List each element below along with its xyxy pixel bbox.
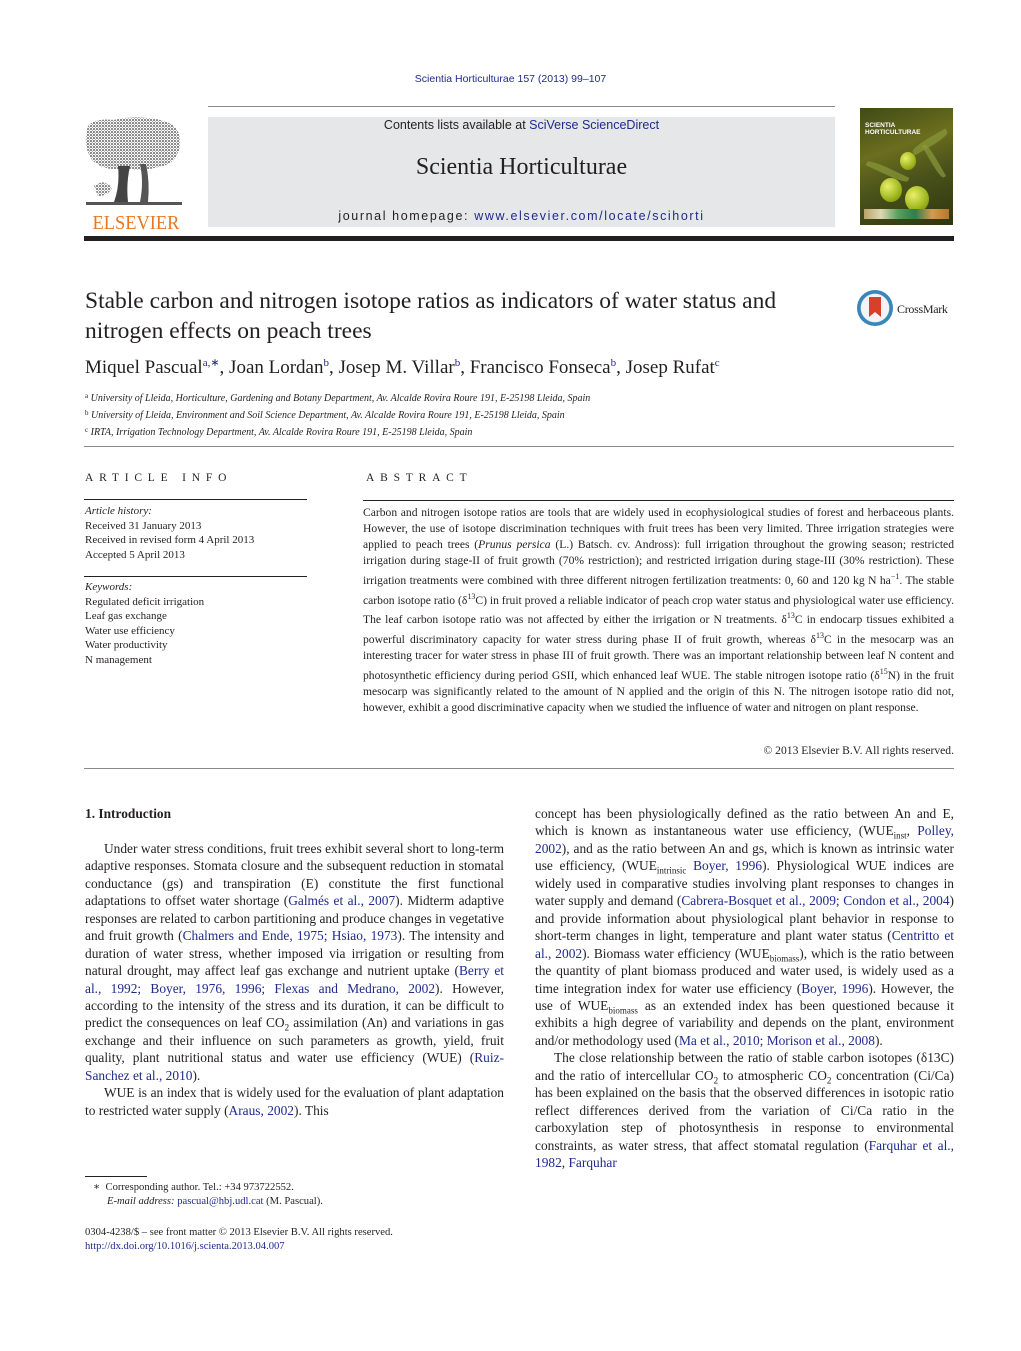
journal-homepage-link[interactable]: www.elsevier.com/locate/scihorti [474, 209, 704, 223]
abstract-heading: ABSTRACT [366, 472, 473, 484]
divider [84, 576, 307, 577]
homepage-prefix: journal homepage: [338, 209, 475, 223]
author-affiliation-mark[interactable]: c [715, 357, 720, 369]
sciencedirect-link[interactable]: SciVerse ScienceDirect [529, 118, 659, 132]
abstract-copyright: © 2013 Elsevier B.V. All rights reserved… [763, 744, 954, 757]
citation-link[interactable]: Farquhar [568, 1155, 616, 1170]
body-right-column: concept has been physiologically defined… [535, 805, 954, 1172]
citation-link[interactable]: Chalmers and Ende, 1975; Hsiao, 1973 [183, 928, 398, 943]
author-name[interactable]: Josep M. Villar [339, 357, 455, 378]
history-item: Accepted 5 April 2013 [85, 548, 185, 561]
keyword-item: Water productivity [85, 639, 168, 652]
email-link[interactable]: pascual@hbj.udl.cat [177, 1196, 263, 1207]
body-paragraph: The close relationship between the ratio… [535, 1050, 954, 1171]
citation-link[interactable]: Boyer, 1996 [693, 858, 762, 873]
body-paragraph: concept has been physiologically defined… [535, 806, 955, 1048]
article-history: Article history: Received 31 January 201… [85, 504, 315, 562]
front-matter: 0304-4238/$ – see front matter © 2013 El… [85, 1226, 505, 1255]
keywords-label: Keywords: [85, 581, 133, 593]
cover-olive-decoration [880, 178, 902, 202]
journal-banner: Contents lists available at SciVerse Sci… [208, 117, 835, 227]
cover-olive-decoration [900, 152, 916, 170]
divider [84, 446, 954, 447]
contents-line: Contents lists available at SciVerse Sci… [208, 118, 835, 132]
author-affiliation-mark[interactable]: a,∗ [203, 357, 220, 369]
header-thick-rule [84, 236, 954, 241]
author-name[interactable]: Josep Rufat [626, 357, 715, 378]
divider [84, 499, 307, 500]
cover-leaf-decoration [921, 143, 947, 179]
section-heading: 1. Introduction [85, 806, 172, 821]
citation-link[interactable]: Boyer, 1996 [801, 981, 868, 996]
history-item: Received 31 January 2013 [85, 519, 202, 532]
article-title: Stable carbon and nitrogen isotope ratio… [85, 288, 777, 344]
body-paragraph: Under water stress conditions, fruit tre… [85, 840, 505, 1083]
history-item: Received in revised form 4 April 2013 [85, 534, 255, 547]
doi-link[interactable]: http://dx.doi.org/10.1016/j.scienta.2013… [85, 1241, 285, 1252]
article-history-label: Article history: [85, 505, 152, 517]
cover-title: SCIENTIA HORTICULTURAE [865, 122, 921, 136]
citation-link[interactable]: Galmés et al., 2007 [288, 893, 395, 908]
body-paragraph: WUE is an index that is widely used for … [85, 1085, 504, 1118]
cover-image-strip [864, 209, 949, 219]
contents-prefix: Contents lists available at [383, 118, 530, 132]
author-name[interactable]: Joan Lordan [229, 357, 323, 378]
elsevier-wordmark: ELSEVIER [92, 212, 180, 234]
journal-reference-link[interactable]: Scientia Horticulturae 157 (2013) 99–107 [0, 73, 1021, 85]
author-affiliation-mark[interactable]: b [611, 357, 617, 369]
abstract-text: Carbon and nitrogen isotope ratios are t… [363, 506, 955, 714]
divider [84, 768, 954, 769]
corresponding-author-footnote: ∗ Corresponding author. Tel.: +34 973722… [85, 1181, 505, 1210]
header-top-rule [208, 106, 835, 107]
crossmark-label: CrossMark [897, 302, 948, 316]
keyword-item: Water use efficiency [85, 624, 175, 637]
elsevier-tree-icon [85, 117, 182, 205]
journal-cover-image[interactable]: SCIENTIA HORTICULTURAE [860, 108, 953, 225]
author-name[interactable]: Francisco Fonseca [470, 357, 611, 378]
keyword-item: N management [85, 653, 152, 666]
divider [363, 500, 954, 501]
footnote-rule [85, 1176, 147, 1177]
crossmark-button[interactable]: CrossMark [857, 290, 957, 330]
author-affiliation-mark[interactable]: b [455, 357, 461, 369]
keyword-item: Regulated deficit irrigation [85, 595, 205, 608]
affiliations: a University of Lleida, Horticulture, Ga… [85, 389, 955, 441]
citation-link[interactable]: Ma et al., 2010; Morison et al., 2008 [679, 1033, 875, 1048]
front-matter-text: 0304-4238/$ – see front matter © 2013 El… [85, 1227, 393, 1238]
keyword-item: Leaf gas exchange [85, 610, 167, 623]
citation-link[interactable]: Araus, 2002 [229, 1103, 294, 1118]
author-name[interactable]: Miquel Pascual [85, 357, 203, 378]
article-info-heading: ARTICLE INFO [85, 472, 233, 484]
keywords: Keywords: Regulated deficit irrigation L… [85, 580, 315, 668]
body-left-column: 1. Introduction Under water stress condi… [85, 805, 504, 1119]
journal-title: Scientia Horticulturae [415, 154, 628, 180]
author-list: Miquel Pascuala,∗, Joan Lordanb, Josep M… [85, 357, 720, 378]
affiliation-item: a University of Lleida, Horticulture, Ga… [85, 392, 591, 404]
affiliation-item: c IRTA, Irrigation Technology Department… [85, 426, 473, 439]
footnote-email-line: E-mail address: pascual@hbj.udl.cat (M. … [107, 1196, 323, 1208]
homepage-line: journal homepage: www.elsevier.com/locat… [208, 209, 835, 223]
elsevier-logo[interactable]: ELSEVIER [84, 116, 188, 233]
citation-link[interactable]: Cabrera-Bosquet et al., 2009; Condon et … [681, 893, 949, 908]
affiliation-item: b University of Lleida, Environment and … [85, 409, 565, 422]
author-affiliation-mark[interactable]: b [324, 357, 330, 369]
footnote-line: ∗ Corresponding author. Tel.: +34 973722… [93, 1182, 294, 1193]
